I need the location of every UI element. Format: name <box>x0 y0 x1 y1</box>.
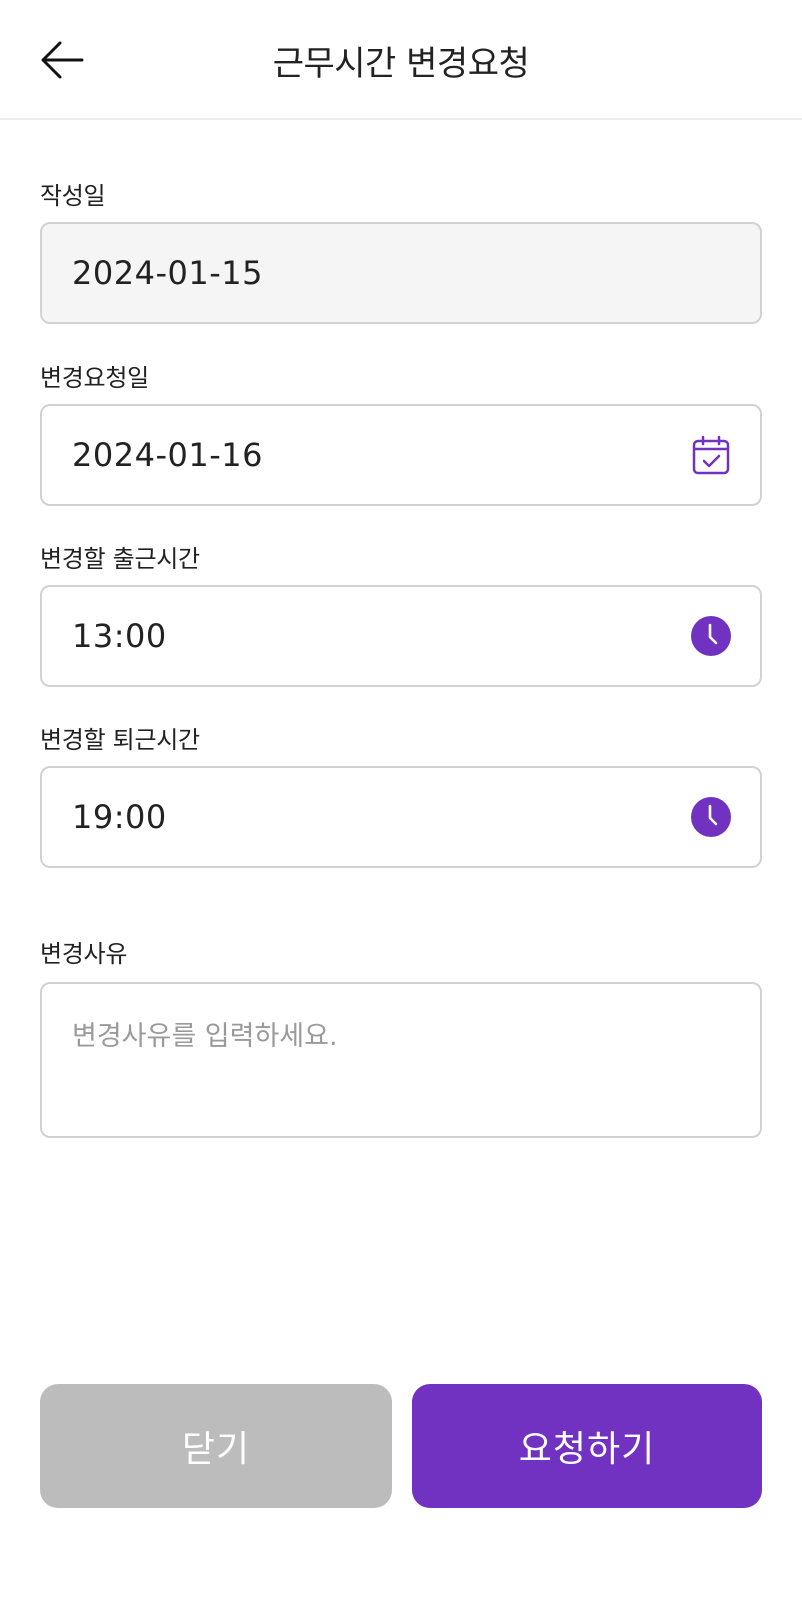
reason-textarea[interactable] <box>42 984 760 1136</box>
clock-icon[interactable] <box>690 796 732 838</box>
start-time-field[interactable]: 13:00 <box>40 585 762 687</box>
calendar-check-icon[interactable] <box>690 434 732 476</box>
clock-icon[interactable] <box>690 615 732 657</box>
end-time-label: 변경할 퇴근시간 <box>40 726 200 754</box>
end-time-field[interactable]: 19:00 <box>40 766 762 868</box>
submit-request-button[interactable]: 요청하기 <box>412 1384 762 1508</box>
start-time-label: 변경할 출근시간 <box>40 545 200 573</box>
created-date-field: 2024-01-15 <box>40 222 762 324</box>
reason-label: 변경사유 <box>40 940 128 968</box>
request-date-label: 변경요청일 <box>40 364 149 392</box>
end-time-value: 19:00 <box>72 798 167 836</box>
request-date-value: 2024-01-16 <box>72 436 263 474</box>
page-title: 근무시간 변경요청 <box>272 44 530 84</box>
reason-field[interactable] <box>40 982 762 1138</box>
start-time-value: 13:00 <box>72 617 167 655</box>
app-header: 근무시간 변경요청 <box>0 0 802 120</box>
created-date-label: 작성일 <box>40 182 106 210</box>
created-date-value: 2024-01-15 <box>72 254 263 292</box>
request-date-field[interactable]: 2024-01-16 <box>40 404 762 506</box>
close-button[interactable]: 닫기 <box>40 1384 392 1508</box>
